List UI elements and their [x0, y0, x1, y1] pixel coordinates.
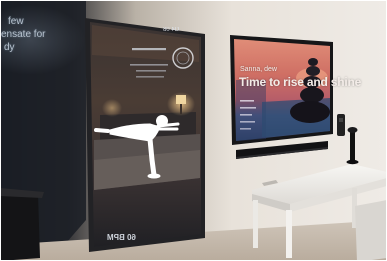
mirror-top-value: ᗡ4 08 — [163, 27, 180, 33]
wall-text-line-1: few — [8, 16, 24, 27]
wall-text-line-3: dy — [4, 42, 15, 53]
wall-text-line-2: ensate for — [1, 29, 46, 40]
mirror-heart-rate: 60 BPM — [107, 233, 136, 242]
tv-greeting: Sanna, dew — [240, 66, 277, 73]
tv-headline: Time to rise and shine — [239, 75, 362, 89]
photo-scene: few ensate for dy ᗡ4 08 60 BPM Sanna, de… — [0, 0, 387, 261]
photo-illustration — [0, 0, 387, 261]
